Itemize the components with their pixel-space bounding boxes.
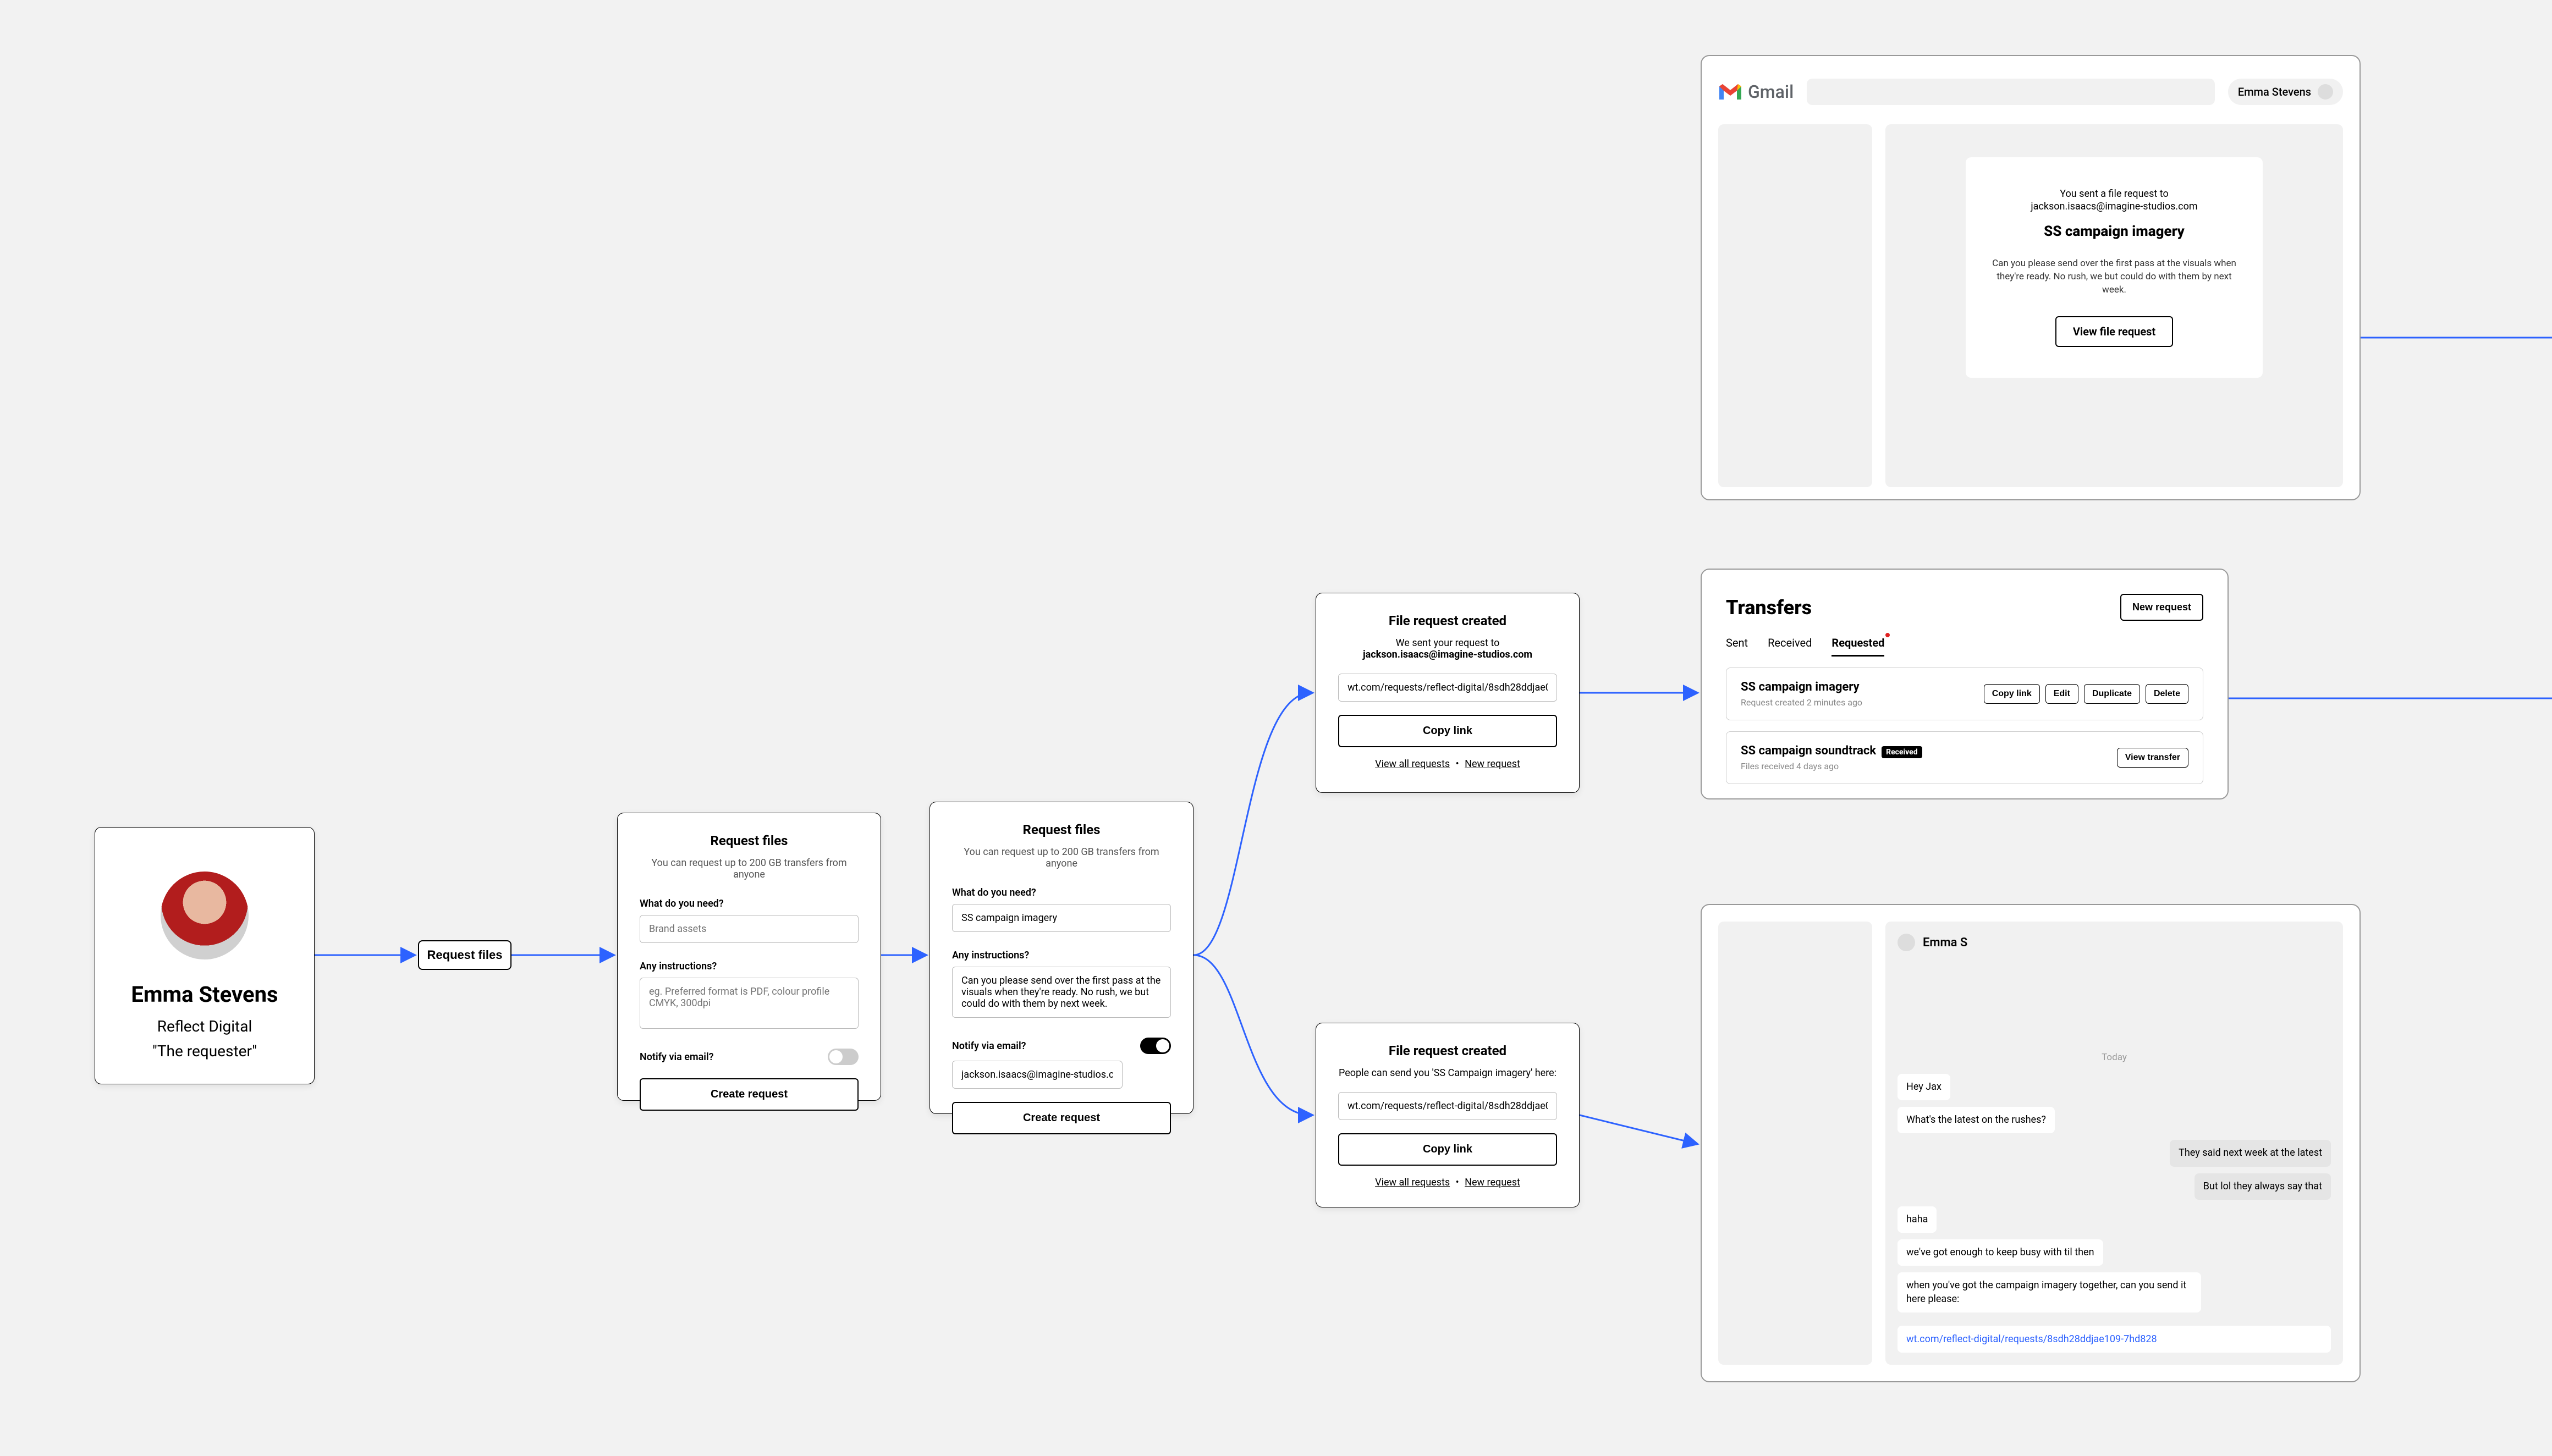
avatar [161,872,249,959]
tab-requested[interactable]: Requested [1832,636,1884,657]
view-all-requests-link[interactable]: View all requests [1375,1177,1450,1188]
transfers-title: Transfers [1726,596,1812,619]
message-sent: But lol they always say that [2194,1173,2331,1200]
transfers-page: Transfers New request Sent Received Requ… [1701,569,2229,799]
gmail-logo: Gmail [1718,81,1794,102]
message-received: haha [1898,1206,1937,1233]
received-badge: Received [1882,746,1922,758]
what-need-input[interactable] [952,904,1171,932]
email-body: Can you please send over the first pass … [1988,257,2241,296]
chat-window: Emma S Today Hey Jax What's the latest on… [1701,904,2361,1382]
file-request-created-link: File request created People can send you… [1316,1023,1580,1207]
tab-requested-label: Requested [1832,636,1884,649]
gmail-search[interactable] [1807,79,2215,105]
confirm-title: File request created [1338,1043,1557,1058]
chat-sidebar[interactable] [1718,922,1872,1365]
persona-card: Emma Stevens Reflect Digital "The reques… [95,827,315,1084]
transfer-name: SS campaign soundtrackReceived [1741,744,1922,758]
gmail-main: You sent a file request to jackson.isaac… [1885,124,2343,487]
request-files-modal-empty: Request files You can request up to 200 … [617,813,881,1101]
gmail-icon [1718,83,1742,101]
notify-email-input[interactable] [952,1061,1123,1089]
instructions-textarea[interactable]: Can you please send over the first pass … [952,967,1171,1018]
confirm-email: jackson.isaacs@imagine-studios.com [1363,649,1532,660]
transfer-name: SS campaign imagery [1741,680,1862,694]
message-received: we've got enough to keep busy with til t… [1898,1239,2103,1266]
modal-title: Request files [952,822,1171,837]
avatar-icon [1898,934,1915,951]
modal-subtitle: You can request up to 200 GB transfers f… [640,857,859,880]
duplicate-button[interactable]: Duplicate [2084,684,2140,704]
gmail-sidebar[interactable] [1718,124,1872,487]
avatar-icon [2318,84,2333,100]
instructions-label: Any instructions? [640,961,859,972]
modal-subtitle: You can request up to 200 GB transfers f… [952,846,1171,869]
instructions-label: Any instructions? [952,950,1171,961]
persona-name: Emma Stevens [131,981,278,1007]
transfer-meta: Files received 4 days ago [1741,761,1922,771]
copy-link-button[interactable]: Copy link [1338,1133,1557,1166]
modal-title: Request files [640,833,859,848]
confirm-title: File request created [1338,613,1557,628]
chat-contact-name: Emma S [1923,936,1967,950]
transfer-meta: Request created 2 minutes ago [1741,697,1862,708]
email-subject: SS campaign imagery [1988,223,2241,240]
new-request-link[interactable]: New request [1465,758,1520,770]
new-request-link[interactable]: New request [1465,1177,1520,1188]
copy-link-button[interactable]: Copy link [1984,684,2040,704]
create-request-button[interactable]: Create request [640,1078,859,1111]
instructions-textarea[interactable] [640,978,859,1029]
confirm-subtitle: We sent your request to [1396,637,1500,649]
tab-received[interactable]: Received [1768,636,1812,657]
gmail-window: Gmail Emma Stevens You sent a file reque… [1701,55,2361,500]
gmail-brand-text: Gmail [1748,81,1794,102]
what-need-input[interactable] [640,915,859,943]
gmail-account-chip[interactable]: Emma Stevens [2228,79,2343,105]
delete-button[interactable]: Delete [2146,684,2188,704]
notify-email-toggle[interactable] [1140,1038,1171,1054]
chat-main: Emma S Today Hey Jax What's the latest on… [1885,922,2343,1365]
gmail-user-name: Emma Stevens [2238,85,2311,98]
persona-team: Reflect Digital [157,1017,252,1035]
chat-input[interactable]: wt.com/reflect-digital/requests/8sdh28dd… [1898,1326,2331,1353]
create-request-button[interactable]: Create request [952,1102,1171,1134]
persona-role: "The requester" [152,1042,257,1060]
view-all-requests-link[interactable]: View all requests [1375,758,1450,770]
view-file-request-button[interactable]: View file request [2055,316,2173,347]
message-received: What's the latest on the rushes? [1898,1107,2055,1133]
chat-date-divider: Today [1898,1052,2331,1063]
message-sent: They said next week at the latest [2170,1140,2331,1166]
request-url-input[interactable] [1338,1092,1557,1120]
copy-link-button[interactable]: Copy link [1338,715,1557,747]
transfer-row: SS campaign imagery Request created 2 min… [1726,668,2203,720]
what-need-label: What do you need? [640,898,859,909]
tab-sent[interactable]: Sent [1726,636,1748,657]
confirm-subtitle: People can send you 'SS Campaign imagery… [1338,1067,1557,1079]
notification-dot-icon [1885,633,1890,637]
email-recipient: jackson.isaacs@imagine-studios.com [1988,201,2241,212]
message-received: when you've got the campaign imagery tog… [1898,1272,2201,1312]
separator: • [1456,758,1459,770]
email-notification-card: You sent a file request to jackson.isaac… [1966,157,2263,378]
email-line1: You sent a file request to [1988,188,2241,200]
request-url-input[interactable] [1338,674,1557,702]
new-request-button[interactable]: New request [2120,594,2203,621]
what-need-label: What do you need? [952,887,1171,898]
transfer-row: SS campaign soundtrackReceived Files rece… [1726,731,2203,784]
view-transfer-button[interactable]: View transfer [2117,748,2188,768]
file-request-created-email: File request created We sent your reques… [1316,593,1580,793]
separator: • [1456,1177,1459,1188]
notify-email-toggle[interactable] [828,1049,859,1065]
notify-email-label: Notify via email? [640,1051,714,1063]
notify-email-label: Notify via email? [952,1040,1026,1052]
message-received: Hey Jax [1898,1074,1950,1100]
request-files-modal-filled: Request files You can request up to 200 … [930,802,1194,1114]
request-files-button[interactable]: Request files [418,940,512,970]
edit-button[interactable]: Edit [2045,684,2078,704]
